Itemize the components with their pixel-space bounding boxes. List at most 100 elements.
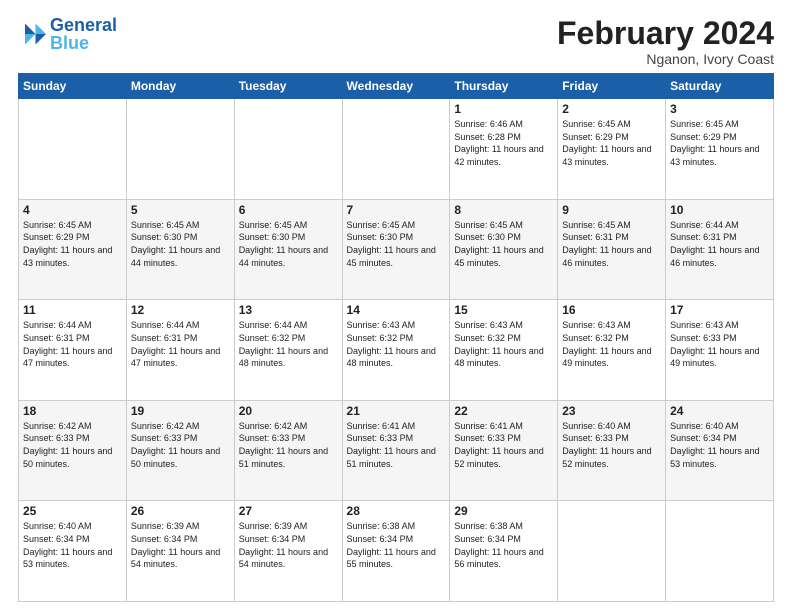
calendar-header-row: SundayMondayTuesdayWednesdayThursdayFrid… <box>19 74 774 99</box>
calendar-header-wednesday: Wednesday <box>342 74 450 99</box>
day-number: 2 <box>562 102 661 116</box>
calendar-cell: 29 Sunrise: 6:38 AM Sunset: 6:34 PM Dayli… <box>450 501 558 602</box>
day-info: Sunrise: 6:43 AM Sunset: 6:32 PM Dayligh… <box>454 319 553 369</box>
day-info: Sunrise: 6:45 AM Sunset: 6:29 PM Dayligh… <box>23 219 122 269</box>
day-number: 14 <box>347 303 446 317</box>
calendar-week-1: 1 Sunrise: 6:46 AM Sunset: 6:28 PM Daylig… <box>19 99 774 200</box>
calendar-cell: 9 Sunrise: 6:45 AM Sunset: 6:31 PM Daylig… <box>558 199 666 300</box>
day-number: 22 <box>454 404 553 418</box>
calendar-cell: 11Sunrise: 6:44 AM Sunset: 6:31 PM Dayli… <box>19 300 127 401</box>
day-number: 8 <box>454 203 553 217</box>
calendar-cell: 21 Sunrise: 6:41 AM Sunset: 6:33 PM Dayli… <box>342 400 450 501</box>
logo-text: GeneralBlue <box>50 16 117 52</box>
day-info: Sunrise: 6:45 AM Sunset: 6:30 PM Dayligh… <box>454 219 553 269</box>
calendar-cell <box>234 99 342 200</box>
day-number: 4 <box>23 203 122 217</box>
day-info: Sunrise: 6:43 AM Sunset: 6:32 PM Dayligh… <box>347 319 446 369</box>
calendar-cell: 26 Sunrise: 6:39 AM Sunset: 6:34 PM Dayli… <box>126 501 234 602</box>
logo: GeneralBlue <box>18 16 117 52</box>
calendar-cell: 22 Sunrise: 6:41 AM Sunset: 6:33 PM Dayli… <box>450 400 558 501</box>
calendar-week-5: 25Sunrise: 6:40 AM Sunset: 6:34 PM Dayli… <box>19 501 774 602</box>
header: GeneralBlue February 2024 Nganon, Ivory … <box>18 16 774 67</box>
calendar-week-2: 4 Sunrise: 6:45 AM Sunset: 6:29 PM Daylig… <box>19 199 774 300</box>
day-info: Sunrise: 6:38 AM Sunset: 6:34 PM Dayligh… <box>347 520 446 570</box>
title-area: February 2024 Nganon, Ivory Coast <box>557 16 774 67</box>
day-info: Sunrise: 6:44 AM Sunset: 6:32 PM Dayligh… <box>239 319 338 369</box>
calendar-week-4: 18 Sunrise: 6:42 AM Sunset: 6:33 PM Dayli… <box>19 400 774 501</box>
calendar-cell <box>558 501 666 602</box>
day-number: 24 <box>670 404 769 418</box>
day-info: Sunrise: 6:45 AM Sunset: 6:30 PM Dayligh… <box>239 219 338 269</box>
day-number: 21 <box>347 404 446 418</box>
subtitle: Nganon, Ivory Coast <box>557 51 774 67</box>
calendar-cell: 24 Sunrise: 6:40 AM Sunset: 6:34 PM Dayli… <box>666 400 774 501</box>
calendar-cell: 7Sunrise: 6:45 AM Sunset: 6:30 PM Daylig… <box>342 199 450 300</box>
day-info: Sunrise: 6:42 AM Sunset: 6:33 PM Dayligh… <box>131 420 230 470</box>
calendar-header-tuesday: Tuesday <box>234 74 342 99</box>
calendar-cell <box>342 99 450 200</box>
day-number: 3 <box>670 102 769 116</box>
calendar-table: SundayMondayTuesdayWednesdayThursdayFrid… <box>18 73 774 602</box>
calendar-header-thursday: Thursday <box>450 74 558 99</box>
day-info: Sunrise: 6:40 AM Sunset: 6:34 PM Dayligh… <box>670 420 769 470</box>
day-info: Sunrise: 6:39 AM Sunset: 6:34 PM Dayligh… <box>239 520 338 570</box>
calendar-cell: 17 Sunrise: 6:43 AM Sunset: 6:33 PM Dayli… <box>666 300 774 401</box>
day-number: 12 <box>131 303 230 317</box>
calendar-cell: 27 Sunrise: 6:39 AM Sunset: 6:34 PM Dayli… <box>234 501 342 602</box>
day-info: Sunrise: 6:42 AM Sunset: 6:33 PM Dayligh… <box>23 420 122 470</box>
page: GeneralBlue February 2024 Nganon, Ivory … <box>0 0 792 612</box>
day-info: Sunrise: 6:40 AM Sunset: 6:33 PM Dayligh… <box>562 420 661 470</box>
day-number: 1 <box>454 102 553 116</box>
day-info: Sunrise: 6:44 AM Sunset: 6:31 PM Dayligh… <box>131 319 230 369</box>
day-number: 28 <box>347 504 446 518</box>
day-number: 19 <box>131 404 230 418</box>
day-info: Sunrise: 6:45 AM Sunset: 6:29 PM Dayligh… <box>670 118 769 168</box>
calendar-cell: 4 Sunrise: 6:45 AM Sunset: 6:29 PM Daylig… <box>19 199 127 300</box>
calendar-cell: 3 Sunrise: 6:45 AM Sunset: 6:29 PM Daylig… <box>666 99 774 200</box>
calendar-cell: 5Sunrise: 6:45 AM Sunset: 6:30 PM Daylig… <box>126 199 234 300</box>
main-title: February 2024 <box>557 16 774 51</box>
day-info: Sunrise: 6:44 AM Sunset: 6:31 PM Dayligh… <box>23 319 122 369</box>
day-number: 16 <box>562 303 661 317</box>
day-number: 10 <box>670 203 769 217</box>
calendar-cell: 16 Sunrise: 6:43 AM Sunset: 6:32 PM Dayli… <box>558 300 666 401</box>
day-number: 18 <box>23 404 122 418</box>
calendar-cell: 8 Sunrise: 6:45 AM Sunset: 6:30 PM Daylig… <box>450 199 558 300</box>
day-number: 25 <box>23 504 122 518</box>
calendar-cell: 18 Sunrise: 6:42 AM Sunset: 6:33 PM Dayli… <box>19 400 127 501</box>
calendar-header-sunday: Sunday <box>19 74 127 99</box>
calendar-cell: 25Sunrise: 6:40 AM Sunset: 6:34 PM Dayli… <box>19 501 127 602</box>
day-number: 27 <box>239 504 338 518</box>
calendar-cell: 28 Sunrise: 6:38 AM Sunset: 6:34 PM Dayli… <box>342 501 450 602</box>
day-number: 15 <box>454 303 553 317</box>
calendar-cell <box>666 501 774 602</box>
day-number: 23 <box>562 404 661 418</box>
day-number: 5 <box>131 203 230 217</box>
calendar-cell: 14 Sunrise: 6:43 AM Sunset: 6:32 PM Dayli… <box>342 300 450 401</box>
calendar-cell: 1 Sunrise: 6:46 AM Sunset: 6:28 PM Daylig… <box>450 99 558 200</box>
day-info: Sunrise: 6:45 AM Sunset: 6:31 PM Dayligh… <box>562 219 661 269</box>
day-info: Sunrise: 6:39 AM Sunset: 6:34 PM Dayligh… <box>131 520 230 570</box>
calendar-cell: 12 Sunrise: 6:44 AM Sunset: 6:31 PM Dayli… <box>126 300 234 401</box>
day-info: Sunrise: 6:38 AM Sunset: 6:34 PM Dayligh… <box>454 520 553 570</box>
calendar-cell: 13 Sunrise: 6:44 AM Sunset: 6:32 PM Dayli… <box>234 300 342 401</box>
day-info: Sunrise: 6:42 AM Sunset: 6:33 PM Dayligh… <box>239 420 338 470</box>
calendar-cell: 15 Sunrise: 6:43 AM Sunset: 6:32 PM Dayli… <box>450 300 558 401</box>
day-number: 9 <box>562 203 661 217</box>
day-number: 7 <box>347 203 446 217</box>
day-number: 17 <box>670 303 769 317</box>
day-number: 20 <box>239 404 338 418</box>
day-number: 29 <box>454 504 553 518</box>
calendar-cell: 6 Sunrise: 6:45 AM Sunset: 6:30 PM Daylig… <box>234 199 342 300</box>
day-info: Sunrise: 6:41 AM Sunset: 6:33 PM Dayligh… <box>347 420 446 470</box>
calendar-header-friday: Friday <box>558 74 666 99</box>
calendar-header-saturday: Saturday <box>666 74 774 99</box>
day-info: Sunrise: 6:43 AM Sunset: 6:33 PM Dayligh… <box>670 319 769 369</box>
day-number: 26 <box>131 504 230 518</box>
day-info: Sunrise: 6:41 AM Sunset: 6:33 PM Dayligh… <box>454 420 553 470</box>
day-number: 6 <box>239 203 338 217</box>
day-info: Sunrise: 6:43 AM Sunset: 6:32 PM Dayligh… <box>562 319 661 369</box>
day-number: 13 <box>239 303 338 317</box>
calendar-cell <box>19 99 127 200</box>
day-info: Sunrise: 6:46 AM Sunset: 6:28 PM Dayligh… <box>454 118 553 168</box>
